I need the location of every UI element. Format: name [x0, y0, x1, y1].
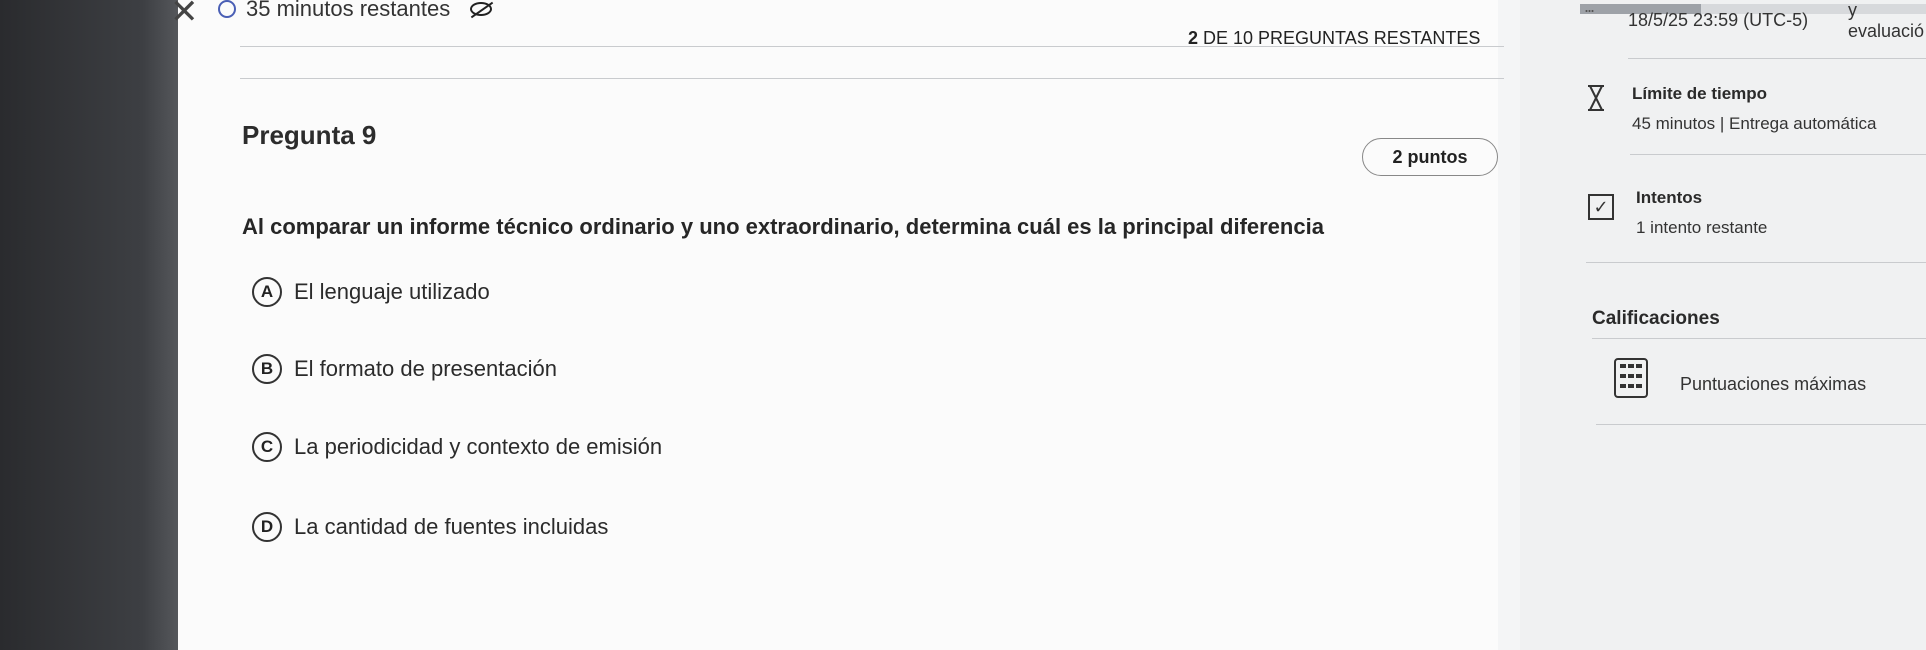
eye-slash-icon[interactable]: [470, 2, 493, 16]
option-d-text: La cantidad de fuentes incluidas: [294, 514, 609, 539]
option-b-letter: B: [252, 354, 282, 384]
menu-dots-icon[interactable]: ...: [1584, 0, 1595, 17]
sidebar-divider-4: [1592, 338, 1926, 339]
sidebar-divider-5: [1596, 424, 1926, 425]
time-limit-detail: 45 minutos | Entrega automática: [1632, 114, 1877, 133]
question-title: Pregunta 9: [242, 120, 377, 150]
timer-text: 35 minutos restantes: [246, 0, 451, 21]
option-d[interactable]: D La cantidad de fuentes incluidas: [252, 510, 608, 544]
option-a[interactable]: A El lenguaje utilizado: [252, 275, 490, 309]
questions-remaining-count: 2: [1188, 28, 1199, 48]
hourglass-icon: [1588, 85, 1604, 111]
question-prompt: Al comparar un informe técnico ordinario…: [242, 214, 1324, 239]
option-a-letter: A: [252, 277, 282, 307]
questions-remaining-label: DE 10 PREGUNTAS RESTANTES: [1198, 28, 1481, 48]
attempts-title: Intentos: [1636, 188, 1703, 207]
option-b[interactable]: B El formato de presentación: [252, 352, 557, 386]
option-b-text: El formato de presentación: [294, 356, 557, 381]
attempts-detail: 1 intento restante: [1636, 218, 1768, 237]
option-c-letter: C: [252, 432, 282, 462]
checkbox-icon: ✓: [1588, 194, 1614, 220]
option-d-letter: D: [252, 512, 282, 542]
title-divider: [240, 78, 1504, 79]
points-badge: 2 puntos: [1362, 138, 1498, 176]
timer-row: 35 minutos restantes: [218, 0, 493, 22]
option-a-text: El lenguaje utilizado: [294, 279, 490, 304]
sidebar-divider-2: [1630, 154, 1926, 155]
close-icon[interactable]: ✕: [170, 0, 206, 30]
time-limit-title: Límite de tiempo: [1632, 84, 1768, 103]
left-rail: [0, 0, 178, 650]
sidebar-divider-3: [1586, 262, 1926, 263]
clock-icon: [218, 0, 236, 18]
main-content: [178, 0, 1498, 650]
option-c-text: La periodicidad y contexto de emisión: [294, 434, 663, 459]
corner-text: y evaluació: [1848, 0, 1925, 41]
max-scores-label[interactable]: Puntuaciones máximas: [1680, 374, 1866, 395]
due-date: 18/5/25 23:59 (UTC-5): [1628, 10, 1809, 30]
option-c[interactable]: C La periodicidad y contexto de emisión: [252, 430, 662, 464]
sidebar-divider-1: [1628, 58, 1926, 59]
grades-title: Calificaciones: [1592, 308, 1720, 329]
header-divider: [240, 46, 1504, 47]
calculator-icon: [1614, 358, 1648, 398]
